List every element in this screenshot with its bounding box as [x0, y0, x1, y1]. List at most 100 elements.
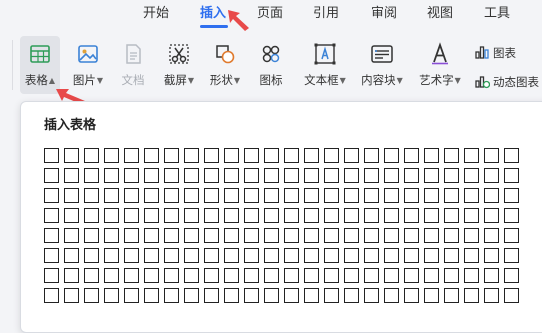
table-grid-cell[interactable]: [204, 248, 219, 263]
table-grid-cell[interactable]: [324, 248, 339, 263]
table-grid-cell[interactable]: [184, 148, 199, 163]
table-grid-cell[interactable]: [104, 188, 119, 203]
table-grid-cell[interactable]: [484, 168, 499, 183]
table-grid-cell[interactable]: [304, 268, 319, 283]
table-grid-cell[interactable]: [364, 188, 379, 203]
table-grid-cell[interactable]: [244, 168, 259, 183]
table-grid-cell[interactable]: [104, 228, 119, 243]
table-grid-cell[interactable]: [364, 168, 379, 183]
table-grid-cell[interactable]: [204, 288, 219, 303]
table-grid-cell[interactable]: [224, 268, 239, 283]
table-grid-cell[interactable]: [424, 188, 439, 203]
table-grid-cell[interactable]: [204, 148, 219, 163]
table-grid-cell[interactable]: [184, 268, 199, 283]
table-grid-cell[interactable]: [444, 168, 459, 183]
table-grid-cell[interactable]: [264, 168, 279, 183]
table-grid-cell[interactable]: [124, 228, 139, 243]
table-grid-cell[interactable]: [384, 228, 399, 243]
table-grid-cell[interactable]: [384, 208, 399, 223]
table-grid-cell[interactable]: [264, 228, 279, 243]
table-grid-cell[interactable]: [264, 248, 279, 263]
table-grid-cell[interactable]: [144, 268, 159, 283]
table-grid-cell[interactable]: [344, 288, 359, 303]
table-grid-cell[interactable]: [404, 288, 419, 303]
table-grid-cell[interactable]: [244, 248, 259, 263]
table-grid-cell[interactable]: [324, 268, 339, 283]
table-grid-cell[interactable]: [444, 288, 459, 303]
table-grid-cell[interactable]: [124, 208, 139, 223]
table-grid-cell[interactable]: [124, 168, 139, 183]
table-grid-cell[interactable]: [424, 228, 439, 243]
table-grid-cell[interactable]: [304, 228, 319, 243]
table-grid-cell[interactable]: [44, 208, 59, 223]
table-grid-cell[interactable]: [284, 288, 299, 303]
table-grid-cell[interactable]: [364, 268, 379, 283]
table-grid-cell[interactable]: [404, 148, 419, 163]
table-grid-cell[interactable]: [84, 288, 99, 303]
table-grid-cell[interactable]: [304, 168, 319, 183]
table-grid-cell[interactable]: [264, 188, 279, 203]
table-grid-cell[interactable]: [184, 248, 199, 263]
screenshot-button[interactable]: 截屏▼: [159, 36, 199, 94]
table-grid-cell[interactable]: [504, 228, 519, 243]
table-grid-cell[interactable]: [424, 268, 439, 283]
table-grid-cell[interactable]: [304, 208, 319, 223]
table-grid-cell[interactable]: [424, 168, 439, 183]
table-size-grid[interactable]: [44, 148, 524, 303]
table-grid-cell[interactable]: [344, 168, 359, 183]
table-grid-cell[interactable]: [104, 288, 119, 303]
table-grid-cell[interactable]: [464, 208, 479, 223]
table-grid-cell[interactable]: [464, 228, 479, 243]
table-grid-cell[interactable]: [144, 188, 159, 203]
table-grid-cell[interactable]: [104, 268, 119, 283]
table-grid-cell[interactable]: [444, 228, 459, 243]
table-grid-cell[interactable]: [464, 288, 479, 303]
table-grid-cell[interactable]: [404, 268, 419, 283]
table-grid-cell[interactable]: [484, 268, 499, 283]
table-grid-cell[interactable]: [204, 268, 219, 283]
table-grid-cell[interactable]: [304, 288, 319, 303]
table-grid-cell[interactable]: [44, 288, 59, 303]
table-grid-cell[interactable]: [504, 168, 519, 183]
table-grid-cell[interactable]: [364, 288, 379, 303]
table-grid-cell[interactable]: [504, 248, 519, 263]
table-grid-cell[interactable]: [144, 208, 159, 223]
table-grid-cell[interactable]: [84, 168, 99, 183]
table-grid-cell[interactable]: [484, 248, 499, 263]
table-grid-cell[interactable]: [264, 208, 279, 223]
table-grid-cell[interactable]: [164, 208, 179, 223]
dynamic-chart-button[interactable]: 动态图表: [474, 73, 539, 91]
table-grid-cell[interactable]: [464, 248, 479, 263]
table-grid-cell[interactable]: [204, 228, 219, 243]
table-grid-cell[interactable]: [504, 268, 519, 283]
table-grid-cell[interactable]: [164, 248, 179, 263]
table-grid-cell[interactable]: [124, 288, 139, 303]
table-grid-cell[interactable]: [444, 268, 459, 283]
table-grid-cell[interactable]: [244, 188, 259, 203]
tab-references[interactable]: 引用: [313, 5, 339, 23]
table-grid-cell[interactable]: [204, 168, 219, 183]
table-grid-cell[interactable]: [284, 148, 299, 163]
table-grid-cell[interactable]: [364, 148, 379, 163]
table-grid-cell[interactable]: [484, 208, 499, 223]
table-grid-cell[interactable]: [464, 188, 479, 203]
document-button[interactable]: 文档: [113, 36, 153, 94]
tab-view[interactable]: 视图: [427, 5, 453, 23]
table-grid-cell[interactable]: [324, 188, 339, 203]
tab-home[interactable]: 开始: [143, 5, 169, 23]
table-grid-cell[interactable]: [264, 288, 279, 303]
table-grid-cell[interactable]: [444, 148, 459, 163]
table-grid-cell[interactable]: [224, 188, 239, 203]
table-grid-cell[interactable]: [344, 208, 359, 223]
table-grid-cell[interactable]: [244, 268, 259, 283]
textbox-button[interactable]: 文本框▼: [298, 36, 352, 94]
table-grid-cell[interactable]: [444, 208, 459, 223]
table-grid-cell[interactable]: [64, 248, 79, 263]
table-grid-cell[interactable]: [84, 228, 99, 243]
table-grid-cell[interactable]: [84, 148, 99, 163]
table-grid-cell[interactable]: [164, 188, 179, 203]
table-grid-cell[interactable]: [204, 208, 219, 223]
table-grid-cell[interactable]: [444, 248, 459, 263]
table-grid-cell[interactable]: [184, 168, 199, 183]
table-grid-cell[interactable]: [64, 208, 79, 223]
